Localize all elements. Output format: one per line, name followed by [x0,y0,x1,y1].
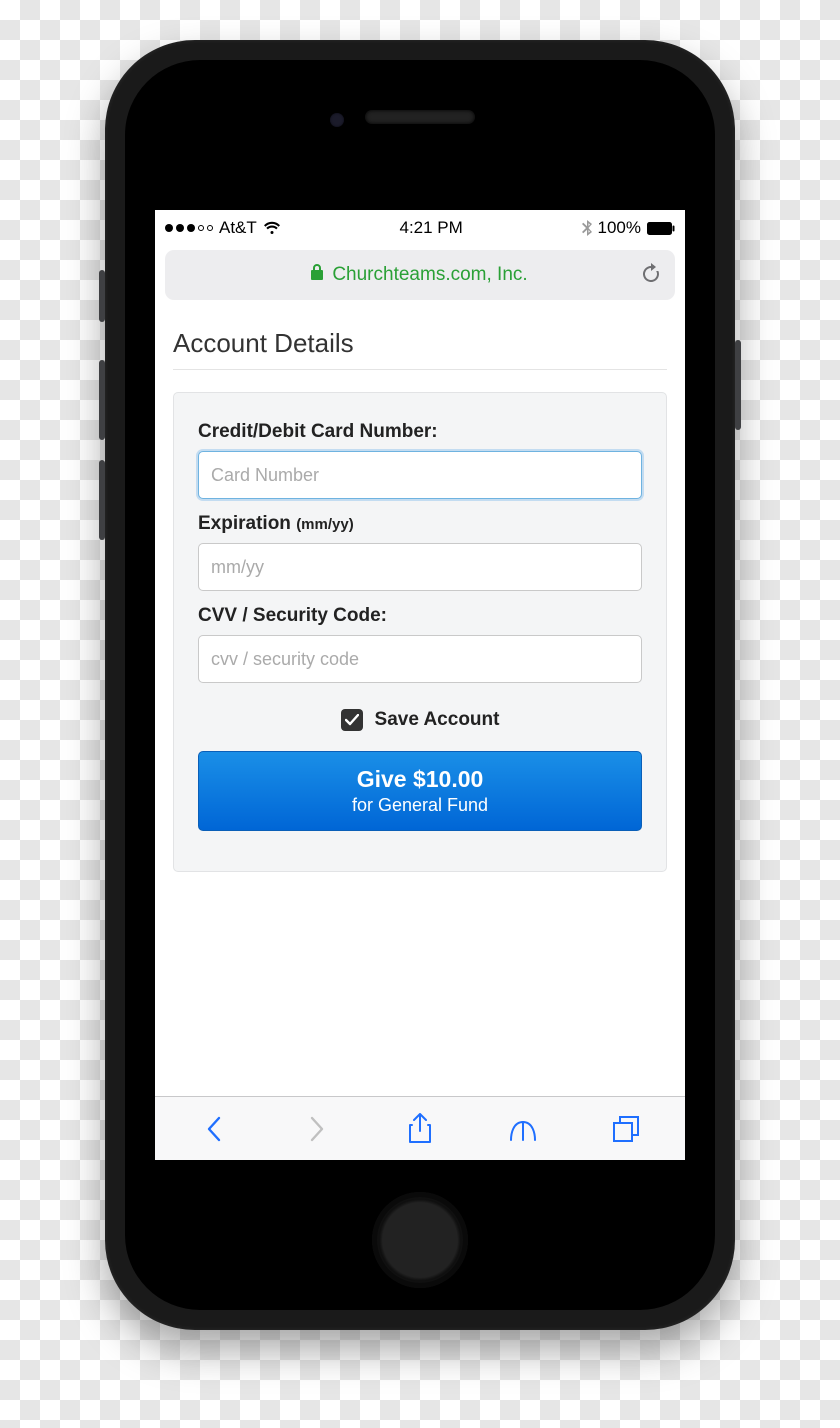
bluetooth-icon [582,220,592,236]
wifi-icon [263,221,281,235]
page-content: Account Details Credit/Debit Card Number… [155,300,685,1096]
bookmarks-button[interactable] [501,1107,545,1151]
battery-icon [647,222,675,235]
expiry-label: Expiration (mm/yy) [198,513,642,535]
expiry-label-hint: (mm/yy) [296,516,354,533]
site-title: Churchteams.com, Inc. [310,264,527,286]
give-button[interactable]: Give $10.00 for General Fund [198,751,642,831]
front-camera [330,113,344,127]
earpiece [365,110,475,124]
volume-up-button [99,360,105,440]
card-number-label: Credit/Debit Card Number: [198,421,642,443]
phone-inner: At&T 4:21 PM 100% [125,60,715,1310]
tabs-button[interactable] [604,1107,648,1151]
save-account-label: Save Account [375,709,500,731]
forward-button[interactable] [295,1107,339,1151]
clock-label: 4:21 PM [400,218,463,238]
save-account-row[interactable]: Save Account [198,709,642,731]
site-title-text: Churchteams.com, Inc. [332,264,527,286]
home-button[interactable] [372,1192,468,1288]
volume-down-button [99,460,105,540]
phone-frame: At&T 4:21 PM 100% [105,40,735,1330]
browser-toolbar [155,1096,685,1160]
status-right: 100% [582,218,675,238]
give-button-line1: Give $10.00 [199,766,641,793]
status-bar: At&T 4:21 PM 100% [155,210,685,246]
expiry-label-main: Expiration [198,513,296,534]
save-account-checkbox[interactable] [341,709,363,731]
reload-icon[interactable] [641,262,661,289]
payment-card: Credit/Debit Card Number: Expiration (mm… [173,392,667,872]
battery-percent-label: 100% [598,218,641,238]
give-button-line2: for General Fund [199,795,641,816]
status-left: At&T [165,218,281,238]
back-button[interactable] [192,1107,236,1151]
page-title: Account Details [173,328,667,359]
carrier-label: At&T [219,218,257,238]
browser-address-bar[interactable]: Churchteams.com, Inc. [165,250,675,300]
cvv-input[interactable] [198,635,642,683]
mute-switch [99,270,105,322]
expiry-input[interactable] [198,543,642,591]
screen: At&T 4:21 PM 100% [155,210,685,1160]
card-number-input[interactable] [198,451,642,499]
lock-icon [310,264,324,286]
divider [173,369,667,370]
signal-strength-icon [165,224,213,232]
share-button[interactable] [398,1107,442,1151]
power-button [735,340,741,430]
cvv-label: CVV / Security Code: [198,605,642,627]
